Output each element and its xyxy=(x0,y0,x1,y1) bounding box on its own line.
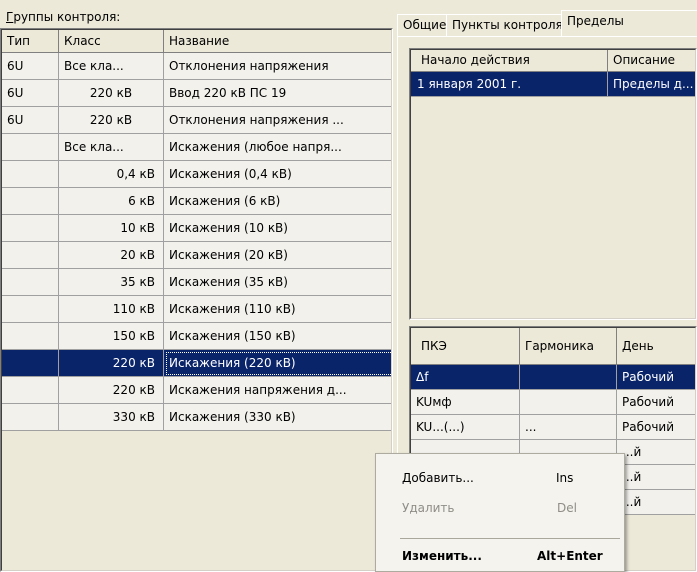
cell-name: Искажения напряжения д... xyxy=(164,377,391,404)
menu-separator xyxy=(400,538,620,539)
cell-day: Рабочий xyxy=(617,415,695,440)
table-row[interactable]: KU...(...)... Рабочий xyxy=(411,415,695,440)
tab-limits[interactable]: Пределы xyxy=(561,10,697,37)
period-start: 1 января 2001 г. xyxy=(411,72,608,97)
cell-name: Отклонения напряжения xyxy=(164,53,391,80)
cell-class: 330 кВ xyxy=(59,404,164,431)
column-header-day[interactable]: День xyxy=(617,328,695,365)
cell-type xyxy=(2,296,59,323)
cell-name: Искажения (150 кВ) xyxy=(164,323,391,350)
cell-class: 220 кВ xyxy=(59,377,164,404)
table-row[interactable]: 35 кВ Искажения (35 кВ) xyxy=(2,269,391,296)
table-row[interactable]: 220 кВ Искажения напряжения д... xyxy=(2,377,391,404)
control-groups-grid[interactable]: Тип Класс Название 6U Все кла... Отклонени… xyxy=(0,28,393,572)
cell-class: 220 кВ xyxy=(59,350,164,377)
menu-item-add[interactable]: Добавить... Ins xyxy=(376,464,624,492)
menu-item-edit-label: Изменить... xyxy=(402,549,482,563)
cell-type xyxy=(2,134,59,161)
cell-name: Искажения (220 кВ) xyxy=(164,350,391,377)
cell-type: 6U xyxy=(2,107,59,134)
cell-class: 10 кВ xyxy=(59,215,164,242)
table-row[interactable]: Δf Рабочий xyxy=(411,365,695,390)
menu-item-edit[interactable]: Изменить... Alt+Enter xyxy=(376,542,624,570)
menu-item-edit-shortcut: Alt+Enter xyxy=(537,549,603,563)
cell-name: Искажения (20 кВ) xyxy=(164,242,391,269)
cell-name: Искажения (6 кВ) xyxy=(164,188,391,215)
cell-type xyxy=(2,161,59,188)
cell-type xyxy=(2,215,59,242)
table-row[interactable]: 6U Все кла... Отклонения напряжения xyxy=(2,53,391,80)
cell-name: Искажения (35 кВ) xyxy=(164,269,391,296)
cell-class: Все кла... xyxy=(59,53,164,80)
table-row[interactable]: 110 кВ Искажения (110 кВ) xyxy=(2,296,391,323)
cell-name: Искажения (330 кВ) xyxy=(164,404,391,431)
cell-name: Искажения (110 кВ) xyxy=(164,296,391,323)
period-row[interactable]: 1 января 2001 г. Пределы д... xyxy=(411,72,695,97)
table-row[interactable]: 0,4 кВ Искажения (0,4 кВ) xyxy=(2,161,391,188)
cell-class: 220 кВ xyxy=(59,80,164,107)
cell-type xyxy=(2,242,59,269)
cell-name: Искажения (любое напря... xyxy=(164,134,391,161)
table-row[interactable]: 330 кВ Искажения (330 кВ) xyxy=(2,404,391,431)
menu-item-delete[interactable]: Удалить Del xyxy=(376,494,624,522)
cell-pke: KUмф xyxy=(411,390,520,415)
cell-name: Ввод 220 кВ ПС 19 xyxy=(164,80,391,107)
cell-class: 6 кВ xyxy=(59,188,164,215)
table-row[interactable]: 6 кВ Искажения (6 кВ) xyxy=(2,188,391,215)
cell-day: ...й xyxy=(617,440,695,465)
cell-class: 0,4 кВ xyxy=(59,161,164,188)
menu-item-add-label: Добавить... xyxy=(402,471,474,485)
column-header-pke[interactable]: ПКЭ xyxy=(411,328,520,365)
cell-type: 6U xyxy=(2,53,59,80)
periods-grid[interactable]: Начало действия Описание 1 января 2001 г… xyxy=(409,48,697,320)
cell-class: 35 кВ xyxy=(59,269,164,296)
column-header-name[interactable]: Название xyxy=(164,30,391,53)
column-header-class[interactable]: Класс xyxy=(59,30,164,53)
cell-harmonic xyxy=(520,390,617,415)
tab-general[interactable]: Общие xyxy=(397,14,453,36)
menu-item-add-shortcut: Ins xyxy=(556,471,574,485)
table-row[interactable]: 150 кВ Искажения (150 кВ) xyxy=(2,323,391,350)
period-description: Пределы д... xyxy=(608,72,695,97)
cell-class: 110 кВ xyxy=(59,296,164,323)
cell-type xyxy=(2,377,59,404)
tab-control-points[interactable]: Пункты контроля xyxy=(446,14,569,36)
cell-pke: KU...(...) xyxy=(411,415,520,440)
groups-label: Группы контроля: xyxy=(6,10,121,24)
cell-harmonic xyxy=(520,365,617,390)
table-row[interactable]: 20 кВ Искажения (20 кВ) xyxy=(2,242,391,269)
table-row[interactable]: 10 кВ Искажения (10 кВ) xyxy=(2,215,391,242)
table-row[interactable]: KUмф Рабочий xyxy=(411,390,695,415)
cell-class: 20 кВ xyxy=(59,242,164,269)
cell-day: ...й xyxy=(617,465,695,490)
cell-day: ...й xyxy=(617,490,695,515)
column-header-start[interactable]: Начало действия xyxy=(411,50,608,72)
cell-type xyxy=(2,188,59,215)
cell-class: 220 кВ xyxy=(59,107,164,134)
cell-pke: Δf xyxy=(411,365,520,390)
cell-type: 6U xyxy=(2,80,59,107)
cell-class: 150 кВ xyxy=(59,323,164,350)
cell-day: Рабочий xyxy=(617,365,695,390)
cell-type xyxy=(2,269,59,296)
cell-harmonic: ... xyxy=(520,415,617,440)
cell-name: Искажения (0,4 кВ) xyxy=(164,161,391,188)
menu-item-delete-label: Удалить xyxy=(402,501,455,515)
context-menu[interactable]: Добавить... Ins Удалить Del Изменить... … xyxy=(375,453,625,572)
column-header-description[interactable]: Описание xyxy=(608,50,695,72)
cell-type xyxy=(2,404,59,431)
table-row[interactable]: 6U 220 кВ Ввод 220 кВ ПС 19 xyxy=(2,80,391,107)
cell-day: Рабочий xyxy=(617,390,695,415)
column-header-harmonic[interactable]: Гармоника xyxy=(520,328,617,365)
cell-name: Искажения (10 кВ) xyxy=(164,215,391,242)
cell-type xyxy=(2,323,59,350)
column-header-type[interactable]: Тип xyxy=(2,30,59,53)
table-row[interactable]: 220 кВ Искажения (220 кВ) xyxy=(2,350,391,377)
table-row[interactable]: Все кла... Искажения (любое напря... xyxy=(2,134,391,161)
cell-class: Все кла... xyxy=(59,134,164,161)
table-row[interactable]: 6U 220 кВ Отклонения напряжения ... xyxy=(2,107,391,134)
menu-item-delete-shortcut: Del xyxy=(557,501,577,515)
cell-name: Отклонения напряжения ... xyxy=(164,107,391,134)
cell-type xyxy=(2,350,59,377)
